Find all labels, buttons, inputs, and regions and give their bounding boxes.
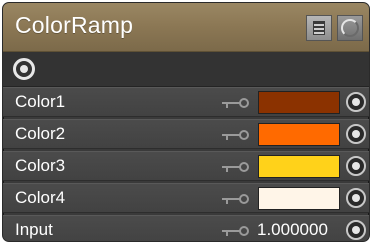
list-button[interactable] [306,15,332,41]
row-color2: Color2 [3,119,369,149]
row-color4: Color4 [3,183,369,213]
input-socket-icon[interactable] [346,220,366,240]
input-socket-icon[interactable] [346,156,366,176]
key-icon[interactable] [222,130,250,140]
color-swatch[interactable] [258,123,340,146]
row-label: Color3 [15,156,66,175]
input-socket-icon[interactable] [346,124,366,144]
list-icon [313,21,325,35]
node-title: ColorRamp [15,12,134,38]
row-label: Input [15,220,53,239]
key-icon[interactable] [222,98,250,108]
input-value[interactable]: 1.000000 [257,220,328,240]
row-label: Color2 [15,124,66,143]
key-icon[interactable] [222,194,250,204]
key-icon[interactable] [222,226,250,236]
preview-sphere-icon [341,19,359,37]
node-header[interactable]: ColorRamp [3,3,369,52]
output-row [3,52,369,87]
row-label: Color1 [15,92,66,111]
color-swatch[interactable] [258,91,340,114]
row-color3: Color3 [3,151,369,181]
output-socket-icon[interactable] [13,58,35,80]
preview-button[interactable] [337,15,363,41]
color-ramp-node[interactable]: ColorRamp Color1 Color2 Color3 Color4 In… [2,2,370,242]
row-color1: Color1 [3,87,369,117]
color-swatch[interactable] [258,155,340,178]
input-socket-icon[interactable] [346,188,366,208]
color-swatch[interactable] [258,187,340,210]
key-icon[interactable] [222,162,250,172]
input-socket-icon[interactable] [346,92,366,112]
row-input: Input 1.000000 [3,215,369,241]
row-label: Color4 [15,188,66,207]
